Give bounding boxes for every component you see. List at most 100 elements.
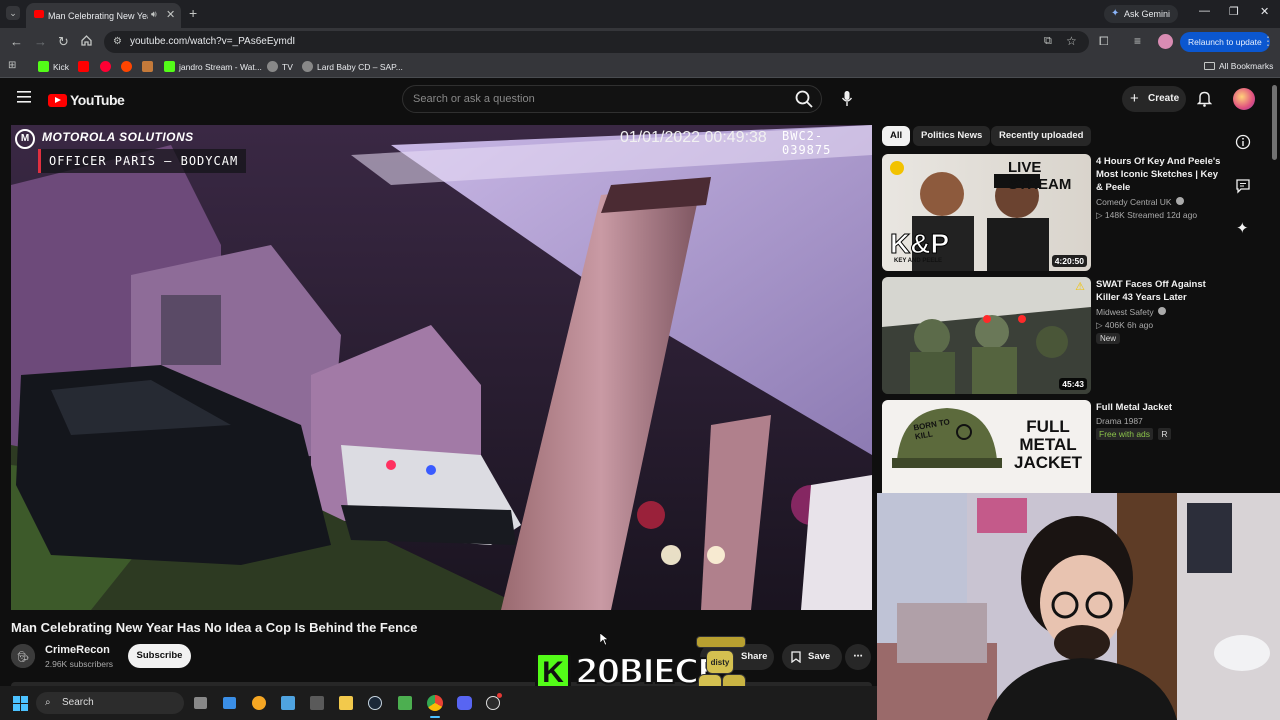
all-bookmarks-label: All Bookmarks <box>1219 61 1274 71</box>
media-controls-icon[interactable]: ≡ <box>1134 34 1141 48</box>
sparkle-ai-icon[interactable]: ✦ <box>1236 219 1249 237</box>
info-icon[interactable] <box>1235 134 1251 150</box>
forward-arrow-icon[interactable]: → <box>34 34 47 49</box>
bookmark-star-icon[interactable]: ☆ <box>1066 34 1077 48</box>
ask-gemini-button[interactable]: ✦ Ask Gemini <box>1104 5 1179 23</box>
chrome-icon[interactable] <box>427 695 443 711</box>
youtube-music-bookmark-icon[interactable] <box>100 61 111 72</box>
gemini-icon: ✦ <box>1111 8 1120 19</box>
steam-icon[interactable] <box>368 696 382 710</box>
recommendation-title[interactable]: SWAT Faces Off Against Killer 43 Years L… <box>1096 278 1226 304</box>
calculator-icon[interactable] <box>310 696 324 710</box>
microphone-icon[interactable] <box>841 90 853 108</box>
play-indicator-icon: ▷ <box>1096 320 1103 330</box>
recommendation-channel[interactable]: Drama 1987 <box>1096 416 1143 426</box>
minimize-icon[interactable]: — <box>1199 5 1210 17</box>
more-horizontal-icon: ⋯ <box>853 651 863 662</box>
chip-recently-uploaded[interactable]: Recently uploaded <box>991 126 1092 146</box>
more-menu-icon[interactable]: ⋮ <box>1262 34 1274 48</box>
widgets-icon[interactable] <box>223 697 236 709</box>
bookmark-lard-baby[interactable]: Lard Baby CD – SAP... <box>302 61 403 72</box>
reload-icon[interactable]: ↻ <box>58 34 69 50</box>
address-bar[interactable]: ⚙ youtube.com/watch?v=_PAs6eEymdI ⧉ ☆ <box>104 31 1089 53</box>
more-actions-button[interactable]: ⋯ <box>845 644 871 670</box>
apps-grid-icon[interactable]: ⊞ <box>8 60 16 71</box>
warning-icon: ⚠ <box>1075 281 1085 293</box>
recommendation-thumbnail[interactable]: ⚠ 45:43 <box>882 277 1091 394</box>
recommendation-meta: ▷ 148K Streamed 12d ago <box>1096 210 1197 221</box>
search-placeholder: Search or ask a question <box>413 93 535 105</box>
image-bookmark-icon[interactable] <box>142 61 153 72</box>
motorola-logo: M <box>15 129 35 149</box>
channel-name[interactable]: CrimeRecon <box>45 644 110 656</box>
all-bookmarks[interactable]: All Bookmarks <box>1204 61 1273 71</box>
speaker-icon[interactable]: 🔊︎ <box>151 9 157 20</box>
taskbar-search[interactable]: ⌕ Search <box>36 692 184 714</box>
bookmark-jandro[interactable]: jandro Stream - Wat... <box>164 61 262 72</box>
video-player[interactable]: M MOTOROLA SOLUTIONS 01/01/2022 00:49:38… <box>11 125 872 610</box>
relaunch-button[interactable]: Relaunch to update <box>1180 32 1270 52</box>
subscribe-button[interactable]: Subscribe <box>128 644 191 668</box>
ask-gemini-label: Ask Gemini <box>1124 9 1171 19</box>
notifications-bell-icon[interactable] <box>1197 90 1212 107</box>
bookmark-tv[interactable]: TV <box>267 61 293 72</box>
extensions-icon[interactable]: ⧠ <box>1099 34 1109 49</box>
windows-start-icon[interactable] <box>13 696 28 711</box>
discord-icon[interactable] <box>457 696 472 710</box>
recommendation-thumbnail[interactable]: LIVE STREAM K&P KEY AND PEELE 4:20:50 <box>882 154 1091 271</box>
window-close-icon[interactable]: ✕ <box>1260 5 1269 18</box>
subscriber-count: 2.96K subscribers <box>45 659 114 669</box>
browser-tab-strip: ⌄ Man Celebrating New Year 🔊︎ ✕ + ✦ Ask … <box>0 0 1280 28</box>
overlay-timestamp: 01/01/2022 00:49:38 <box>620 129 767 146</box>
recommendation-channel[interactable]: Midwest Safety <box>1096 307 1167 317</box>
recommendation-channel[interactable]: Comedy Central UK <box>1096 197 1184 207</box>
bookmark-label: Lard Baby CD – SAP... <box>317 61 403 72</box>
edge-browser-icon[interactable] <box>252 696 266 710</box>
youtube-logo[interactable]: YouTube <box>48 92 125 108</box>
youtube-play-icon <box>48 93 67 107</box>
chevron-down-icon: ⌄ <box>9 8 17 18</box>
kp-logo-text: K&P <box>889 228 950 260</box>
file-explorer-icon[interactable] <box>339 696 353 710</box>
tab-title: Man Celebrating New Year <box>48 11 148 21</box>
youtube-bookmark-icon[interactable] <box>78 61 89 72</box>
channel-avatar[interactable]: 🕵︎ <box>11 644 35 668</box>
search-icon[interactable] <box>794 89 814 109</box>
recommendation-thumbnail[interactable]: BORN TO KILL FULL METAL JACKET <box>882 400 1091 493</box>
back-arrow-icon[interactable]: ← <box>10 34 23 49</box>
browser-tab-active[interactable]: Man Celebrating New Year 🔊︎ ✕ <box>26 3 181 28</box>
active-app-indicator <box>430 716 440 718</box>
recommendation-meta: ▷ 406K 6h ago <box>1096 320 1153 331</box>
new-tab-button[interactable]: + <box>189 5 197 21</box>
reddit-bookmark-icon[interactable] <box>121 61 132 72</box>
page-scrollbar[interactable] <box>1272 85 1277 160</box>
notification-dot <box>497 693 502 698</box>
folder-icon <box>1204 62 1215 70</box>
chat-icon[interactable] <box>1235 178 1251 194</box>
home-icon[interactable] <box>80 34 93 47</box>
chip-politics-news[interactable]: Politics News <box>913 126 991 146</box>
create-label: Create <box>1148 93 1180 104</box>
site-info-icon[interactable]: ⚙ <box>113 36 122 47</box>
install-app-icon[interactable]: ⧉ <box>1044 35 1052 48</box>
close-tab-icon[interactable]: ✕ <box>166 8 175 21</box>
restore-icon[interactable]: ❐ <box>1229 5 1239 18</box>
recommendation-title[interactable]: Full Metal Jacket <box>1096 401 1226 414</box>
minecraft-icon[interactable] <box>398 696 412 710</box>
chip-all[interactable]: All <box>882 126 911 146</box>
hamburger-menu-icon[interactable] <box>17 91 31 103</box>
create-button[interactable]: + Create <box>1122 86 1186 112</box>
search-input[interactable]: Search or ask a question <box>402 85 822 113</box>
profile-avatar[interactable] <box>1158 34 1173 49</box>
mouse-cursor-icon <box>600 633 608 645</box>
save-button[interactable]: Save <box>782 644 842 670</box>
account-avatar[interactable] <box>1233 88 1255 110</box>
recommendation-title[interactable]: 4 Hours Of Key And Peele's Most Iconic S… <box>1096 155 1226 194</box>
tab-search-button[interactable]: ⌄ <box>6 6 20 20</box>
bodycam-video-frame <box>11 125 872 610</box>
url-text: youtube.com/watch?v=_PAs6eEymdI <box>130 36 296 47</box>
task-view-icon[interactable] <box>194 697 207 709</box>
photos-icon[interactable] <box>281 696 295 710</box>
bookmark-kick[interactable]: Kick <box>38 61 69 72</box>
obs-icon[interactable] <box>486 696 500 710</box>
